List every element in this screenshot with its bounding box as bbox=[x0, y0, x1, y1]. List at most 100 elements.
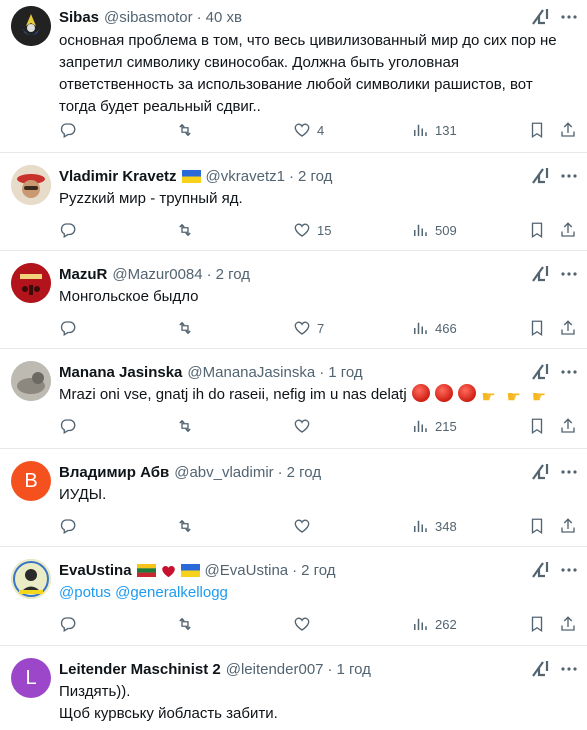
timestamp[interactable]: 40 хв bbox=[206, 9, 242, 26]
repost-button[interactable] bbox=[176, 516, 194, 536]
reply-button[interactable] bbox=[59, 614, 77, 634]
analytics-icon bbox=[414, 322, 427, 334]
share-button[interactable] bbox=[559, 120, 577, 140]
tweet[interactable]: В Владимир Абв @abv_vladimir · 2 год ИУД… bbox=[0, 449, 587, 547]
like-button[interactable] bbox=[293, 516, 311, 536]
like-button[interactable]: 7 bbox=[293, 318, 324, 338]
author-name[interactable]: EvaUstina bbox=[59, 562, 132, 579]
avatar[interactable]: L bbox=[11, 658, 51, 698]
like-button[interactable]: 15 bbox=[293, 220, 331, 240]
share-icon bbox=[561, 616, 575, 631]
reply-icon bbox=[60, 321, 76, 336]
avatar[interactable] bbox=[11, 361, 51, 401]
angry-face-emoji-icon bbox=[458, 384, 477, 402]
author-name[interactable]: Vladimir Kravetz bbox=[59, 168, 177, 185]
avatar[interactable] bbox=[11, 6, 51, 46]
timestamp[interactable]: 2 год bbox=[301, 562, 335, 579]
views-button[interactable]: 262 bbox=[411, 614, 457, 634]
share-button[interactable] bbox=[559, 516, 577, 536]
more-options-icon[interactable] bbox=[559, 264, 579, 284]
like-button[interactable] bbox=[293, 416, 311, 436]
author-handle[interactable]: @abv_vladimir bbox=[174, 464, 273, 481]
author-name[interactable]: Manana Jasinska bbox=[59, 364, 182, 381]
tweet[interactable]: L Leitender Maschinist 2 @leitender007 ·… bbox=[0, 646, 587, 730]
repost-icon bbox=[179, 419, 191, 433]
grok-icon[interactable] bbox=[530, 264, 550, 284]
avatar[interactable] bbox=[11, 165, 51, 205]
timestamp[interactable]: 2 год bbox=[287, 464, 321, 481]
heart-icon bbox=[161, 564, 176, 577]
repost-button[interactable] bbox=[176, 614, 194, 634]
author-handle[interactable]: @sibasmotor bbox=[104, 9, 193, 26]
share-button[interactable] bbox=[559, 614, 577, 634]
reply-button[interactable] bbox=[59, 220, 77, 240]
grok-icon[interactable] bbox=[530, 166, 550, 186]
grok-icon[interactable] bbox=[530, 7, 550, 27]
share-button[interactable] bbox=[559, 416, 577, 436]
repost-icon bbox=[179, 519, 191, 533]
repost-button[interactable] bbox=[176, 318, 194, 338]
tweet[interactable]: Manana Jasinska @MananaJasinska · 1 год … bbox=[0, 349, 587, 449]
author-name[interactable]: Владимир Абв bbox=[59, 464, 169, 481]
avatar[interactable] bbox=[11, 559, 51, 599]
timestamp[interactable]: 2 год bbox=[298, 168, 332, 185]
reply-button[interactable] bbox=[59, 516, 77, 536]
tweet[interactable]: MazuR @Mazur0084 · 2 год Монгольское быд… bbox=[0, 251, 587, 349]
tweet[interactable]: Sibas @sibasmotor · 40 хв основная пробл… bbox=[0, 0, 587, 153]
grok-icon[interactable] bbox=[530, 362, 550, 382]
bookmark-button[interactable] bbox=[528, 614, 546, 634]
bookmark-button[interactable] bbox=[528, 416, 546, 436]
grok-icon[interactable] bbox=[530, 659, 550, 679]
more-options-icon[interactable] bbox=[559, 166, 579, 186]
author-name[interactable]: MazuR bbox=[59, 266, 107, 283]
more-options-icon[interactable] bbox=[559, 462, 579, 482]
like-button[interactable] bbox=[293, 614, 311, 634]
views-button[interactable]: 348 bbox=[411, 516, 457, 536]
reply-button[interactable] bbox=[59, 318, 77, 338]
timestamp[interactable]: 1 год bbox=[337, 661, 371, 678]
repost-button[interactable] bbox=[176, 120, 194, 140]
author-name[interactable]: Leitender Maschinist 2 bbox=[59, 661, 221, 678]
repost-button[interactable] bbox=[176, 416, 194, 436]
author-name[interactable]: Sibas bbox=[59, 9, 99, 26]
mention-link[interactable]: @generalkellogg bbox=[115, 584, 228, 601]
more-options-icon[interactable] bbox=[559, 7, 579, 27]
views-button[interactable]: 215 bbox=[411, 416, 457, 436]
mention-link[interactable]: @potus bbox=[59, 584, 111, 601]
bookmark-button[interactable] bbox=[528, 318, 546, 338]
tweet[interactable]: Vladimir Kravetz @vkravetz1 · 2 год Руzz… bbox=[0, 153, 587, 251]
like-count: 4 bbox=[317, 122, 325, 138]
pointing-hand-emoji-icon: ☛ bbox=[506, 389, 521, 406]
views-button[interactable]: 509 bbox=[411, 220, 457, 240]
tweet[interactable]: EvaUstina @EvaUstina · 2 год @potus @gen… bbox=[0, 547, 587, 646]
avatar[interactable]: В bbox=[11, 461, 51, 501]
author-handle[interactable]: @leitender007 bbox=[226, 661, 324, 678]
repost-button[interactable] bbox=[176, 220, 194, 240]
author-handle[interactable]: @EvaUstina bbox=[205, 562, 289, 579]
views-button[interactable]: 466 bbox=[411, 318, 457, 338]
avatar[interactable] bbox=[11, 263, 51, 303]
reply-button[interactable] bbox=[59, 120, 77, 140]
more-options-icon[interactable] bbox=[559, 362, 579, 382]
like-button[interactable]: 4 bbox=[293, 120, 324, 140]
more-options-icon[interactable] bbox=[559, 560, 579, 580]
author-handle[interactable]: @vkravetz1 bbox=[206, 168, 285, 185]
timestamp[interactable]: 2 год bbox=[216, 266, 250, 283]
bookmark-button[interactable] bbox=[528, 120, 546, 140]
more-options-icon[interactable] bbox=[559, 659, 579, 679]
timestamp[interactable]: 1 год bbox=[328, 364, 362, 381]
grok-icon[interactable] bbox=[530, 560, 550, 580]
views-button[interactable]: 131 bbox=[411, 120, 457, 140]
heart-icon bbox=[294, 123, 310, 137]
share-button[interactable] bbox=[559, 318, 577, 338]
tweet-text: ИУДЫ. bbox=[59, 486, 107, 503]
bookmark-button[interactable] bbox=[528, 516, 546, 536]
author-handle[interactable]: @Mazur0084 bbox=[112, 266, 202, 283]
avatar-letter: В bbox=[24, 469, 38, 492]
author-handle[interactable]: @MananaJasinska bbox=[187, 364, 315, 381]
share-button[interactable] bbox=[559, 220, 577, 240]
reply-button[interactable] bbox=[59, 416, 77, 436]
grok-icon[interactable] bbox=[530, 462, 550, 482]
view-count: 348 bbox=[435, 518, 457, 534]
bookmark-button[interactable] bbox=[528, 220, 546, 240]
